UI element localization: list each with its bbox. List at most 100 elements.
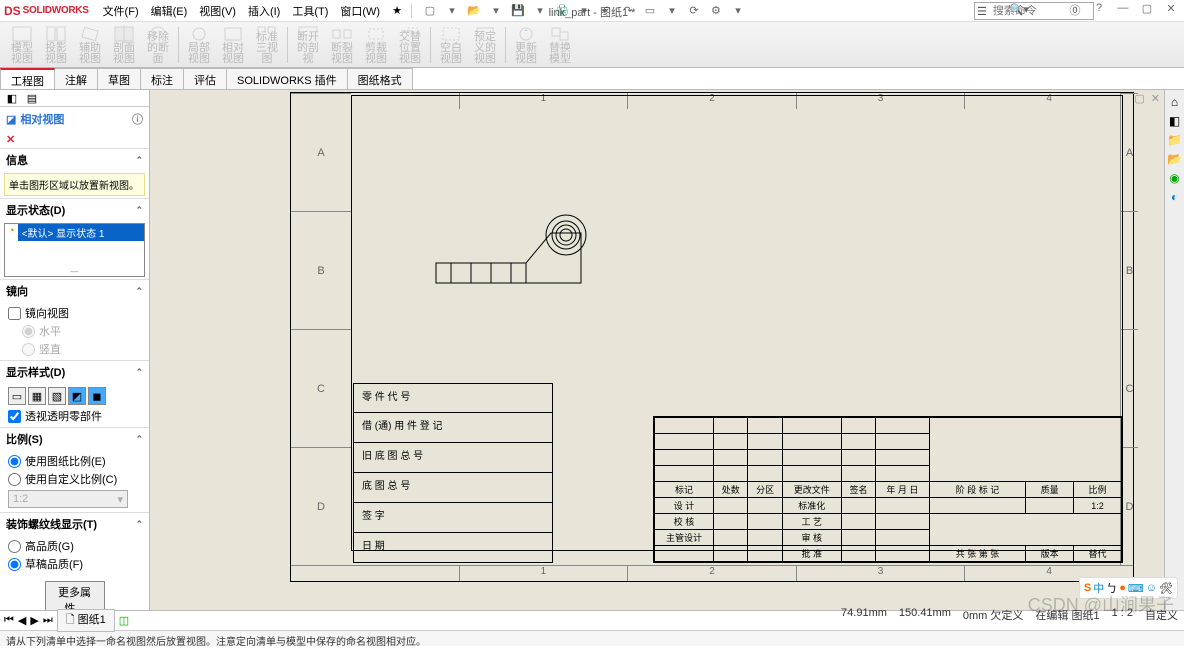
status-y: 150.41mm <box>899 607 951 623</box>
search-dropdown-icon[interactable]: 🔍▾ <box>1010 3 1029 16</box>
thread-high[interactable]: 高品质(G) <box>8 537 141 555</box>
cmd-removed[interactable]: 移除的断面 <box>142 25 174 65</box>
menu-view[interactable]: 视图(V) <box>193 1 242 21</box>
tab-nav-end[interactable]: ⏭ <box>43 614 53 627</box>
style-hidden-visible[interactable]: ▦ <box>28 387 46 405</box>
command-manager: 模型视图 投影视图 辅助视图 剖面视图 移除的断面 局部视图 相对视图 标准三视… <box>0 22 1184 68</box>
mirror-checkbox[interactable]: 镜向视图 <box>8 304 141 322</box>
help-icon[interactable]: ? <box>1090 2 1108 18</box>
status-scale: 1 : 2 <box>1112 607 1133 623</box>
cmd-projected[interactable]: 投影视图 <box>40 25 72 65</box>
menu-star[interactable]: ★ <box>386 2 408 19</box>
style-hidden-removed[interactable]: ▧ <box>48 387 66 405</box>
graphics-viewport[interactable]: ⊡ ⊞ ↶ ◫ | ▥▾ 👁▾ 🎨▾ — ▢ ✕ ABCD ABCD <box>150 90 1164 610</box>
cmd-break[interactable]: 断裂视图 <box>326 25 358 65</box>
rebuild-icon[interactable]: ⟳ <box>685 2 703 20</box>
ime-toolbar[interactable]: S 中ㄅ●⌨☺🛠 <box>1079 577 1178 599</box>
tab-evaluate[interactable]: 评估 <box>183 68 227 89</box>
cmd-predef[interactable]: 预定义的视图 <box>469 25 501 65</box>
seethru-checkbox[interactable]: 透视透明零部件 <box>8 407 141 425</box>
tab-sheet-format[interactable]: 图纸格式 <box>347 68 413 89</box>
property-manager: ◧ ▤ ◪ 相对视图 ⓘ ✕ 信息⌃ 单击图形区域以放置新视图。 显示状态(D)… <box>0 90 150 610</box>
status-bar: 74.91mm 150.41mm 0mm 欠定义 在编辑 图纸1 1 : 2 自… <box>841 607 1178 623</box>
inner-close[interactable]: ✕ <box>1151 92 1160 105</box>
cmd-empty[interactable]: 空白视图 <box>435 25 467 65</box>
new-icon[interactable]: ▢ <box>421 2 439 20</box>
options-icon[interactable]: ⚙ <box>707 2 725 20</box>
appearances-icon[interactable]: ◐ <box>1167 189 1183 205</box>
tab-annotation[interactable]: 注解 <box>54 68 98 89</box>
pm-scale-header: 比例(S) <box>6 431 43 447</box>
logo-s-icon: DS <box>4 4 21 18</box>
select-icon[interactable]: ▭ <box>641 2 659 20</box>
cmd-crop[interactable]: 剪裁视图 <box>360 25 392 65</box>
title-block: 标记处数分区更改文件签名年 月 日阶 段 标 记质量比例 设 计标准化1:2 校… <box>653 416 1123 563</box>
status-cs: 自定义 <box>1145 607 1178 623</box>
menu-insert[interactable]: 插入(I) <box>242 1 286 21</box>
tab-sketch[interactable]: 草图 <box>97 68 141 89</box>
save-icon[interactable]: 💾 <box>509 2 527 20</box>
design-library-icon[interactable]: 📁 <box>1167 132 1183 148</box>
pm-cancel[interactable]: ✕ <box>0 131 149 148</box>
tab-addins[interactable]: SOLIDWORKS 插件 <box>226 68 348 89</box>
file-explorer-icon[interactable]: 📂 <box>1167 151 1183 167</box>
add-sheet-icon[interactable]: ◫ <box>119 614 129 627</box>
tab-nav-next[interactable]: ▶ <box>30 614 38 627</box>
maximize-icon[interactable]: ▢ <box>1138 2 1156 18</box>
style-shaded-edges[interactable]: ◩ <box>68 387 86 405</box>
logo-text: SOLIDWORKS <box>23 5 89 16</box>
cmd-update[interactable]: 更新视图 <box>510 25 542 65</box>
view-palette-icon[interactable]: ◉ <box>1167 170 1183 186</box>
display-state-list[interactable]: ◔<默认> 显示状态 1 — <box>4 223 145 277</box>
cmd-replace[interactable]: 替换模型 <box>544 25 576 65</box>
menu-file[interactable]: 文件(F) <box>97 1 145 21</box>
pm-tab-feature[interactable]: ◧ <box>4 90 20 106</box>
pm-info-message: 单击图形区域以放置新视图。 <box>4 173 145 196</box>
cmd-detail[interactable]: 局部视图 <box>183 25 215 65</box>
pm-help-icon[interactable]: ⓘ <box>132 111 143 127</box>
cmd-alt-pos[interactable]: 交替位置视图 <box>394 25 426 65</box>
cmd-section[interactable]: 剖面视图 <box>108 25 140 65</box>
sheet-tab-1[interactable]: 🗋 图纸1 <box>57 609 115 632</box>
use-sheet-scale[interactable]: 使用图纸比例(E) <box>8 452 141 470</box>
tab-nav-start[interactable]: ⏮ <box>4 614 14 627</box>
pm-title: 相对视图 <box>20 111 64 127</box>
left-title-block: 零 件 代 号 借 (通) 用 件 登 记 旧 底 图 总 号 底 图 总 号 … <box>353 383 553 563</box>
pm-thread-header: 装饰螺纹线显示(T) <box>6 516 97 532</box>
mirror-horizontal: 水平 <box>8 322 141 340</box>
collapse-icon[interactable]: ⌃ <box>135 155 143 166</box>
tab-nav-prev[interactable]: ◀ <box>18 614 26 627</box>
close-icon[interactable]: ✕ <box>1162 2 1180 18</box>
more-properties-button[interactable]: 更多属性... <box>45 581 105 610</box>
status-edit: 在编辑 图纸1 <box>1035 607 1099 623</box>
part-preview <box>431 203 611 293</box>
drawing-sheet[interactable]: ABCD ABCD 1234 1234 <box>290 90 1134 580</box>
mirror-vertical: 竖直 <box>8 340 141 358</box>
home-icon[interactable]: ⌂ <box>1167 94 1183 110</box>
pm-style-header: 显示样式(D) <box>6 364 65 380</box>
pm-display-state-header: 显示状态(D) <box>6 202 65 218</box>
thread-draft[interactable]: 草稿品质(F) <box>8 555 141 573</box>
pm-mirror-header: 镜向 <box>6 283 28 299</box>
pm-tab-list[interactable]: ▤ <box>24 90 40 106</box>
cmd-aux[interactable]: 辅助视图 <box>74 25 106 65</box>
command-tabs: 工程图 注解 草图 标注 评估 SOLIDWORKS 插件 图纸格式 <box>0 68 1184 90</box>
tab-markup[interactable]: 标注 <box>140 68 184 89</box>
menu-window[interactable]: 窗口(W) <box>334 1 386 21</box>
user-icon[interactable]: ⓪ <box>1066 2 1084 18</box>
menu-edit[interactable]: 编辑(E) <box>145 1 194 21</box>
status-z: 0mm 欠定义 <box>963 607 1024 623</box>
cmd-relative[interactable]: 相对视图 <box>217 25 249 65</box>
cmd-model-view[interactable]: 模型视图 <box>6 25 38 65</box>
use-custom-scale[interactable]: 使用自定义比例(C) <box>8 470 141 488</box>
task-pane: ⌂ ◧ 📁 📂 ◉ ◐ <box>1164 90 1184 610</box>
menu-tools[interactable]: 工具(T) <box>286 1 334 21</box>
cmd-broken-out[interactable]: 断开的剖视 <box>292 25 324 65</box>
tab-drawing[interactable]: 工程图 <box>0 68 55 89</box>
resources-icon[interactable]: ◧ <box>1167 113 1183 129</box>
open-icon[interactable]: 📂 <box>465 2 483 20</box>
style-wireframe[interactable]: ▭ <box>8 387 26 405</box>
cmd-std3[interactable]: 标准三视图 <box>251 25 283 65</box>
minimize-icon[interactable]: — <box>1114 2 1132 18</box>
style-shaded[interactable]: ◼ <box>88 387 106 405</box>
